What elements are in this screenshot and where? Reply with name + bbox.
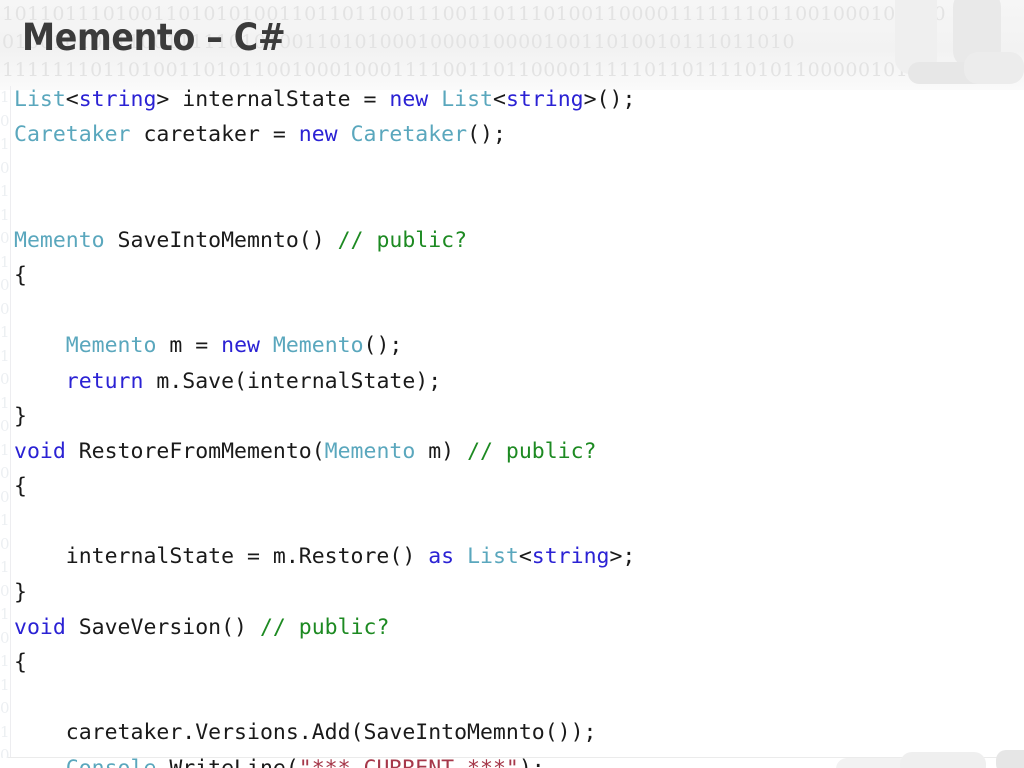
code-token-pln (428, 87, 441, 112)
code-token-com: // public? (467, 438, 597, 464)
slide-canvas: 1011011101001101010100110110110011100110… (0, 0, 1024, 768)
code-token-type: Caretaker (14, 122, 131, 148)
code-line: Memento m = new Memento(); (14, 328, 1024, 363)
code-token-kw: new (298, 122, 338, 148)
code-token-pln: >(); (583, 87, 636, 112)
decorative-shape-top-right-4 (964, 52, 1024, 84)
code-token-type: Memento (272, 333, 364, 359)
code-token-kw: string (505, 87, 584, 112)
code-token-pln: > internalState = (156, 87, 390, 112)
code-token-pln: m) (415, 438, 468, 464)
code-line: { (14, 645, 1024, 680)
code-token-kw: string (78, 87, 157, 112)
code-token-com: // public? (337, 227, 468, 253)
code-token-pln: caretaker.Versions.Add(SaveIntoMemnto())… (14, 720, 597, 746)
code-line: List<string> internalState = new List<st… (14, 82, 1024, 117)
code-token-kw: string (531, 544, 610, 570)
code-token-kw: as (428, 544, 455, 570)
code-block: List<string> internalState = new List<st… (14, 82, 1024, 768)
code-token-type: Console (66, 756, 157, 768)
code-line: { (14, 469, 1024, 504)
code-token-pln: < (518, 544, 532, 570)
code-token-pln (14, 756, 66, 768)
code-token-pln: ); (519, 756, 545, 768)
code-token-kw: new (389, 87, 429, 112)
decorative-shape-top-right-2 (953, 0, 1001, 68)
code-line: Memento SaveIntoMemnto() // public? (14, 223, 1024, 258)
code-line: void SaveVersion() // public? (14, 610, 1024, 645)
code-line: void RestoreFromMemento(Memento m) // pu… (14, 434, 1024, 469)
code-token-pln: m = (156, 333, 222, 359)
code-token-pln: caretaker = (130, 122, 299, 148)
code-token-kw: void (14, 438, 66, 464)
code-line: return m.Save(internalState); (14, 364, 1024, 399)
decorative-shape-top-right-3 (908, 62, 1006, 84)
code-token-type: List (441, 87, 493, 112)
code-line: { (14, 258, 1024, 293)
code-token-pln: SaveVersion() (65, 614, 260, 640)
code-token-pln: } (14, 579, 27, 605)
code-token-pln (454, 544, 467, 569)
code-line: Caretaker caretaker = new Caretaker(); (14, 117, 1024, 152)
code-token-pln: (); (467, 122, 506, 148)
code-token-pln (338, 122, 351, 147)
code-token-pln: < (492, 87, 506, 112)
code-token-pln (14, 369, 66, 394)
binary-left-gutter: 1 0 1 0 1 1 0 1 0 0 1 1 0 1 0 1 0 0 1 0 … (0, 86, 14, 758)
code-token-kw: return (65, 368, 144, 394)
code-token-type: List (14, 87, 66, 112)
code-line: } (14, 575, 1024, 610)
code-token-type: Memento (14, 227, 105, 253)
code-token-com: // public? (259, 614, 390, 640)
code-line: Console.WriteLine("*** CURRENT ***"); (14, 751, 1024, 768)
code-token-pln: < (65, 87, 79, 112)
binary-gutter-digits: 1 0 1 0 1 1 0 1 0 0 1 1 0 1 0 1 0 0 1 0 … (0, 88, 10, 758)
code-token-type: Memento (324, 438, 416, 464)
code-token-pln: SaveIntoMemnto() (104, 227, 338, 253)
code-token-pln: (); (363, 333, 403, 359)
slide-title: Memento – C# (22, 16, 286, 59)
code-line: } (14, 399, 1024, 434)
code-token-pln (260, 333, 273, 358)
code-token-pln: m.Save(internalState); (143, 368, 442, 394)
code-token-pln: { (14, 650, 27, 675)
code-token-kw: void (14, 614, 66, 640)
decorative-shape-top-right-1 (895, 0, 937, 74)
code-token-pln: { (14, 474, 27, 500)
code-line: caretaker.Versions.Add(SaveIntoMemnto())… (14, 715, 1024, 750)
code-token-str: "*** CURRENT ***" (299, 756, 519, 768)
code-token-pln: .WriteLine( (156, 756, 298, 768)
code-token-pln: RestoreFromMemento( (65, 438, 325, 464)
code-token-pln (14, 333, 66, 358)
code-token-pln: } (14, 403, 27, 429)
code-token-pln: internalState = m.Restore() (14, 544, 429, 570)
code-token-kw: new (221, 333, 260, 359)
code-token-type: Caretaker (350, 122, 468, 148)
code-line: internalState = m.Restore() as List<stri… (14, 539, 1024, 574)
code-token-pln: { (14, 262, 27, 288)
binary-row: 1111111011010011010110010001000111100110… (2, 59, 947, 81)
code-token-type: List (467, 544, 519, 570)
left-divider-rule (10, 86, 11, 758)
code-token-pln: >; (609, 544, 636, 570)
code-token-type: Memento (65, 333, 157, 359)
